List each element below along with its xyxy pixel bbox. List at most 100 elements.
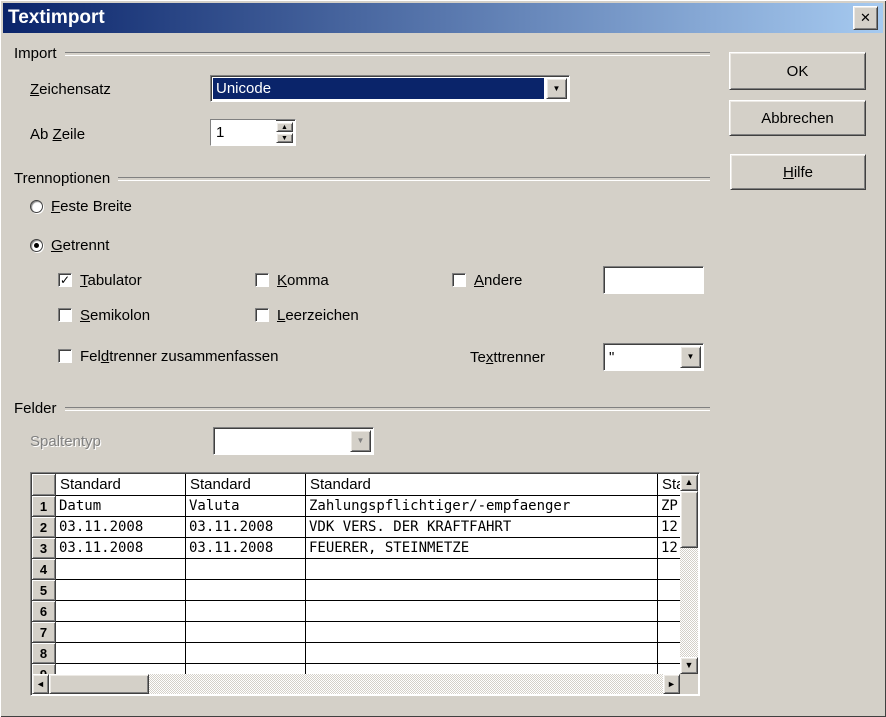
table-cell: Datum bbox=[56, 496, 186, 517]
comma-checkbox[interactable] bbox=[255, 273, 269, 287]
row-number: 6 bbox=[32, 601, 56, 622]
table-row: 3 03.11.2008 03.11.2008 FEUERER, STEINME… bbox=[32, 538, 680, 559]
other-separator-input[interactable] bbox=[603, 266, 704, 294]
table-cell: 03.11.2008 bbox=[56, 517, 186, 538]
table-cell: Valuta bbox=[186, 496, 306, 517]
separated-label: Getrennt bbox=[51, 237, 109, 254]
separated-radio[interactable] bbox=[30, 239, 43, 252]
merge-delimiters-option[interactable]: Feldtrenner zusammenfassen bbox=[58, 346, 278, 366]
semicolon-checkbox[interactable] bbox=[58, 308, 72, 322]
ok-button-label: OK bbox=[787, 63, 809, 80]
table-cell bbox=[658, 559, 680, 580]
scroll-up-icon: ▲ bbox=[685, 478, 694, 487]
table-cell bbox=[186, 622, 306, 643]
comma-label: Komma bbox=[277, 272, 329, 289]
charset-value: Unicode bbox=[213, 78, 544, 99]
fixed-width-label: Feste Breite bbox=[51, 198, 132, 215]
fixed-width-option[interactable]: Feste Breite bbox=[30, 196, 132, 216]
tab-checkbox[interactable]: ✓ bbox=[58, 273, 72, 287]
space-checkbox[interactable] bbox=[255, 308, 269, 322]
merge-delimiters-checkbox[interactable] bbox=[58, 349, 72, 363]
separated-option[interactable]: Getrennt bbox=[30, 235, 109, 255]
from-row-label: Ab Zeile bbox=[30, 126, 85, 143]
spin-up-button[interactable]: ▲ bbox=[276, 122, 293, 132]
spin-down-button[interactable]: ▼ bbox=[276, 133, 293, 143]
space-option[interactable]: Leerzeichen bbox=[255, 305, 359, 325]
row-number: 7 bbox=[32, 622, 56, 643]
comma-option[interactable]: Komma bbox=[255, 270, 329, 290]
table-row: 5 bbox=[32, 580, 680, 601]
column-header[interactable]: Standard bbox=[658, 474, 680, 496]
title-bar: Textimport ✕ bbox=[3, 3, 883, 33]
column-header[interactable]: Standard bbox=[56, 474, 186, 496]
other-option[interactable]: Andere bbox=[452, 270, 522, 290]
merge-delimiters-label: Feldtrenner zusammenfassen bbox=[80, 348, 278, 365]
cancel-button-label: Abbrechen bbox=[761, 110, 834, 127]
table-cell: 03.11.2008 bbox=[56, 538, 186, 559]
separator-section-label: Trennoptionen bbox=[14, 170, 110, 187]
scrollbar-corner bbox=[680, 674, 698, 694]
import-section-separator: Import bbox=[14, 44, 710, 62]
separator-section-separator: Trennoptionen bbox=[14, 169, 710, 187]
table-cell: FEUERER, STEINMETZE bbox=[306, 538, 658, 559]
vertical-scrollbar-thumb[interactable] bbox=[680, 491, 698, 548]
tab-option[interactable]: ✓ Tabulator bbox=[58, 270, 142, 290]
table-cell: 12 bbox=[658, 538, 680, 559]
row-number: 4 bbox=[32, 559, 56, 580]
ok-button[interactable]: OK bbox=[729, 52, 866, 90]
space-label: Leerzeichen bbox=[277, 307, 359, 324]
scroll-left-button[interactable]: ◄ bbox=[32, 674, 49, 694]
horizontal-scrollbar[interactable]: ◄ ► bbox=[32, 674, 680, 694]
from-row-spinner: ▲ ▼ bbox=[210, 119, 296, 146]
scroll-up-button[interactable]: ▲ bbox=[680, 474, 698, 491]
column-header[interactable]: Standard bbox=[186, 474, 306, 496]
fixed-width-radio[interactable] bbox=[30, 200, 43, 213]
table-cell bbox=[186, 559, 306, 580]
scroll-down-icon: ▼ bbox=[685, 661, 694, 670]
scroll-right-button[interactable]: ► bbox=[663, 674, 680, 694]
table-cell bbox=[306, 643, 658, 664]
table-cell bbox=[306, 622, 658, 643]
charset-combobox[interactable]: Unicode ▼ bbox=[210, 75, 570, 102]
scroll-right-icon: ► bbox=[667, 680, 676, 689]
chevron-down-icon: ▼ bbox=[357, 437, 365, 445]
spin-buttons: ▲ ▼ bbox=[276, 122, 293, 143]
scroll-left-icon: ◄ bbox=[36, 680, 45, 689]
text-delimiter-combobox[interactable]: " ▼ bbox=[603, 343, 704, 371]
import-section-label: Import bbox=[14, 45, 57, 62]
column-type-combobox: ▼ bbox=[213, 427, 374, 455]
other-label: Andere bbox=[474, 272, 522, 289]
column-header[interactable]: Standard bbox=[306, 474, 658, 496]
table-cell bbox=[186, 601, 306, 622]
column-type-label: Spaltentyp bbox=[30, 433, 101, 450]
other-checkbox[interactable] bbox=[452, 273, 466, 287]
table-cell bbox=[56, 601, 186, 622]
close-button[interactable]: ✕ bbox=[853, 6, 878, 30]
table-cell bbox=[56, 559, 186, 580]
preview-table: Standard Standard Standard Standard 1 Da… bbox=[30, 472, 700, 696]
fields-section-label: Felder bbox=[14, 400, 57, 417]
table-row: 7 bbox=[32, 622, 680, 643]
chevron-down-icon: ▼ bbox=[553, 85, 561, 93]
vertical-scrollbar[interactable]: ▲ ▼ bbox=[680, 474, 698, 674]
table-cell bbox=[56, 580, 186, 601]
semicolon-label: Semikolon bbox=[80, 307, 150, 324]
column-type-value bbox=[214, 428, 348, 454]
corner-cell bbox=[32, 474, 56, 496]
table-cell bbox=[658, 622, 680, 643]
table-cell bbox=[658, 601, 680, 622]
textimport-dialog: Textimport ✕ Import Zeichensatz Unicode … bbox=[0, 0, 886, 717]
semicolon-option[interactable]: Semikolon bbox=[58, 305, 150, 325]
help-button[interactable]: Hilfe bbox=[730, 154, 866, 190]
scroll-down-button[interactable]: ▼ bbox=[680, 657, 698, 674]
text-delimiter-dropdown-button[interactable]: ▼ bbox=[680, 346, 701, 368]
table-cell: 03.11.2008 bbox=[186, 517, 306, 538]
from-row-input[interactable] bbox=[211, 120, 276, 145]
row-number: 1 bbox=[32, 496, 56, 517]
table-row: 8 bbox=[32, 643, 680, 664]
horizontal-scrollbar-thumb[interactable] bbox=[49, 674, 149, 694]
table-row: 9 bbox=[32, 664, 680, 674]
chevron-up-icon: ▲ bbox=[281, 124, 288, 131]
cancel-button[interactable]: Abbrechen bbox=[729, 100, 866, 136]
charset-dropdown-button[interactable]: ▼ bbox=[546, 78, 567, 99]
